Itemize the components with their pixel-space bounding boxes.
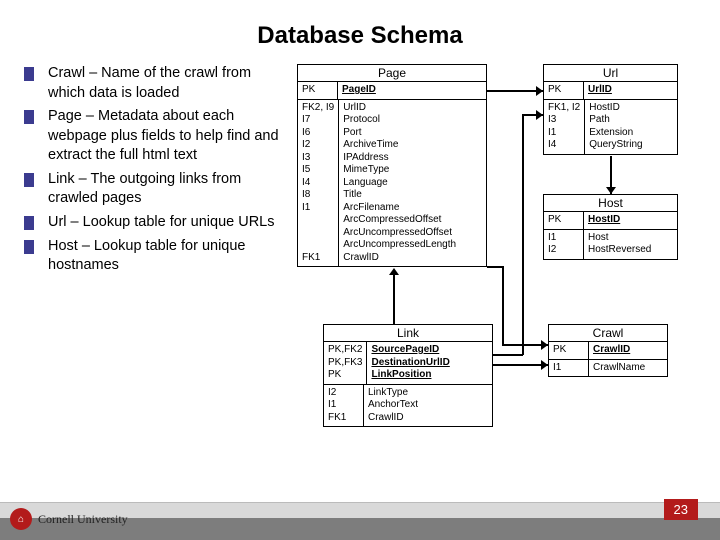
relation-arrow <box>522 114 524 355</box>
content-area: Crawl – Name of the crawl from which dat… <box>0 64 720 444</box>
bullet-marker-icon <box>24 110 34 124</box>
relation-arrow <box>487 266 503 268</box>
entity-crawl: Crawl PK CrawlID I1 CrawlName <box>548 324 668 377</box>
arrowhead-icon <box>389 268 399 275</box>
bullet-text: Page – Metadata about each webpage plus … <box>48 107 279 166</box>
relation-arrow <box>393 274 395 324</box>
entity-page: Page PK PageID FK2, I9 I7 I6 I2 I3 I5 <box>297 64 487 267</box>
bullet-text: Crawl – Name of the crawl from which dat… <box>48 64 279 103</box>
footer-logo: ⌂ Cornell University <box>10 508 128 530</box>
entity-header: Page <box>298 65 486 82</box>
entity-link: Link PK,FK2 PK,FK3 PK SourcePageID Desti… <box>323 324 493 427</box>
bullet-item: Crawl – Name of the crawl from which dat… <box>24 64 279 103</box>
bullet-item: Page – Metadata about each webpage plus … <box>24 107 279 166</box>
entity-host: Host PK HostID I1 I2 Host HostReversed <box>543 194 678 260</box>
arrowhead-icon <box>536 110 543 120</box>
bullet-item: Host – Lookup table for unique hostnames <box>24 237 279 276</box>
entity-header: Url <box>544 65 677 82</box>
entity-header: Link <box>324 325 492 342</box>
relation-arrow <box>493 364 548 366</box>
bullet-item: Url – Lookup table for unique URLs <box>24 213 279 233</box>
footer: ⌂ Cornell University 23 <box>0 502 720 540</box>
page-number: 23 <box>664 499 698 520</box>
bullet-text: Url – Lookup table for unique URLs <box>48 213 275 233</box>
entity-header: Crawl <box>549 325 667 342</box>
relation-arrow <box>502 266 504 344</box>
bullet-list: Crawl – Name of the crawl from which dat… <box>24 64 279 444</box>
entity-url: Url PK UrlID FK1, I2 I3 I1 I4 Host <box>543 64 678 155</box>
slide: Database Schema Crawl – Name of the craw… <box>0 0 720 540</box>
arrowhead-icon <box>536 86 543 96</box>
bullet-text: Host – Lookup table for unique hostnames <box>48 237 279 276</box>
org-name: Cornell University <box>38 512 128 527</box>
arrowhead-icon <box>606 187 616 194</box>
bullet-text: Link – The outgoing links from crawled p… <box>48 170 279 209</box>
bullet-marker-icon <box>24 240 34 254</box>
arrowhead-icon <box>541 360 548 370</box>
bullet-marker-icon <box>24 216 34 230</box>
slide-title: Database Schema <box>0 0 720 64</box>
relation-arrow <box>493 354 523 356</box>
bullet-marker-icon <box>24 67 34 81</box>
arrowhead-icon <box>541 340 548 350</box>
bullet-item: Link – The outgoing links from crawled p… <box>24 170 279 209</box>
relation-arrow <box>487 90 543 92</box>
bullet-marker-icon <box>24 173 34 187</box>
entity-header: Host <box>544 195 677 212</box>
er-diagram: Page PK PageID FK2, I9 I7 I6 I2 I3 I5 <box>293 64 696 444</box>
cornell-seal-icon: ⌂ <box>10 508 32 530</box>
